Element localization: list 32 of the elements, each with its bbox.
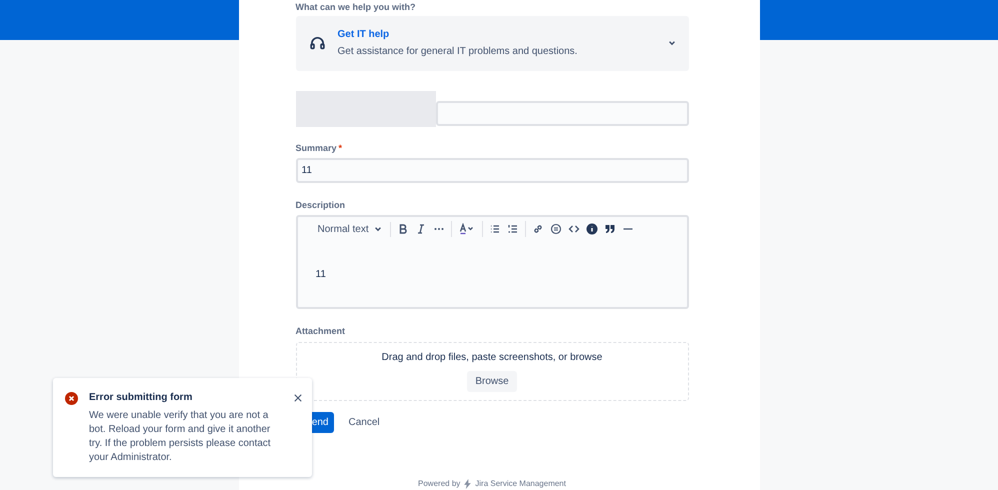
powered-by-text: Powered by <box>418 478 460 490</box>
field-label: What can we help you with? <box>296 1 417 14</box>
field-label: Attachment <box>296 325 346 338</box>
cancel-button[interactable]: Cancel <box>346 412 382 433</box>
numbered-list-icon[interactable] <box>506 223 519 236</box>
browse-button[interactable]: Browse <box>467 371 517 392</box>
brand-link[interactable]: Jira Service Management <box>475 478 566 490</box>
link-icon[interactable] <box>532 223 544 236</box>
close-icon[interactable] <box>294 394 302 402</box>
bullet-list-icon[interactable] <box>488 223 501 236</box>
request-type-select[interactable]: Get IT help Get assistance for general IT problems and questions. <box>296 16 688 71</box>
toast-message: We were unable verify that you are not a bot. Reload your form and give it another try. If the problem persists please contact your Administrator. <box>89 409 272 465</box>
error-icon <box>65 392 78 405</box>
field-label: Description <box>296 198 346 212</box>
toast-title: Error submitting form <box>89 391 194 405</box>
summary-field[interactable]: 11 <box>296 158 688 183</box>
request-type-description: Get assistance for general IT problems and questions. <box>338 45 578 60</box>
info-icon[interactable] <box>586 223 598 236</box>
required-marker: * <box>338 142 342 155</box>
field-label: Summary <box>296 142 337 155</box>
description-editor[interactable]: Normal text 11 <box>296 215 688 310</box>
chevron-down-icon <box>668 39 676 48</box>
quote-icon[interactable] <box>604 223 616 236</box>
dropzone-hint: Drag and drop files, paste screenshots, or browse <box>382 351 602 366</box>
request-type-title: Get IT help <box>338 28 390 42</box>
text-color-icon[interactable] <box>458 223 476 236</box>
text-style-dropdown[interactable]: Normal text <box>318 222 391 237</box>
chevron-down-icon <box>374 225 382 234</box>
lightning-icon <box>463 479 472 489</box>
headset-icon <box>308 34 326 52</box>
description-text: 11 <box>316 269 326 280</box>
email-field[interactable] <box>436 100 688 126</box>
